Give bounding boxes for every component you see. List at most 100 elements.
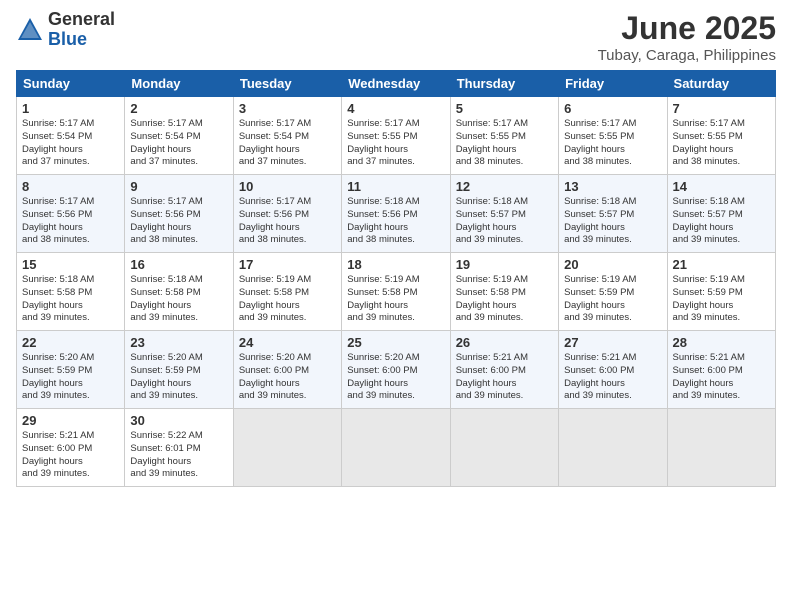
col-thursday: Thursday [450,71,558,97]
calendar-week-row: 15 Sunrise: 5:18 AMSunset: 5:58 PMDaylig… [17,253,776,331]
col-monday: Monday [125,71,233,97]
day-number: 10 [239,179,336,194]
day-number: 6 [564,101,661,116]
cell-text: Sunrise: 5:20 AMSunset: 6:00 PMDaylight … [347,352,419,401]
table-row: 10 Sunrise: 5:17 AMSunset: 5:56 PMDaylig… [233,175,341,253]
logo-area: General Blue [16,10,115,50]
day-number: 22 [22,335,119,350]
day-number: 27 [564,335,661,350]
month-title: June 2025 [598,10,776,47]
day-number: 17 [239,257,336,272]
day-number: 14 [673,179,770,194]
cell-text: Sunrise: 5:18 AMSunset: 5:56 PMDaylight … [347,196,419,245]
cell-text: Sunrise: 5:19 AMSunset: 5:59 PMDaylight … [564,274,636,323]
table-row: 7 Sunrise: 5:17 AMSunset: 5:55 PMDayligh… [667,97,775,175]
table-row: 14 Sunrise: 5:18 AMSunset: 5:57 PMDaylig… [667,175,775,253]
cell-text: Sunrise: 5:21 AMSunset: 6:00 PMDaylight … [22,430,94,479]
table-row: 24 Sunrise: 5:20 AMSunset: 6:00 PMDaylig… [233,331,341,409]
cell-text: Sunrise: 5:17 AMSunset: 5:56 PMDaylight … [22,196,94,245]
cell-text: Sunrise: 5:18 AMSunset: 5:57 PMDaylight … [673,196,745,245]
cell-text: Sunrise: 5:17 AMSunset: 5:56 PMDaylight … [130,196,202,245]
cell-text: Sunrise: 5:18 AMSunset: 5:58 PMDaylight … [22,274,94,323]
cell-text: Sunrise: 5:22 AMSunset: 6:01 PMDaylight … [130,430,202,479]
table-row: 1 Sunrise: 5:17 AMSunset: 5:54 PMDayligh… [17,97,125,175]
cell-text: Sunrise: 5:19 AMSunset: 5:58 PMDaylight … [456,274,528,323]
calendar-week-row: 1 Sunrise: 5:17 AMSunset: 5:54 PMDayligh… [17,97,776,175]
day-number: 7 [673,101,770,116]
calendar-week-row: 29 Sunrise: 5:21 AMSunset: 6:00 PMDaylig… [17,409,776,487]
table-row: 22 Sunrise: 5:20 AMSunset: 5:59 PMDaylig… [17,331,125,409]
table-row: 27 Sunrise: 5:21 AMSunset: 6:00 PMDaylig… [559,331,667,409]
logo-text: General Blue [48,10,115,50]
cell-text: Sunrise: 5:17 AMSunset: 5:55 PMDaylight … [347,118,419,167]
day-number: 1 [22,101,119,116]
day-number: 11 [347,179,444,194]
title-area: June 2025 Tubay, Caraga, Philippines [598,10,776,64]
col-wednesday: Wednesday [342,71,450,97]
calendar-week-row: 22 Sunrise: 5:20 AMSunset: 5:59 PMDaylig… [17,331,776,409]
table-row: 11 Sunrise: 5:18 AMSunset: 5:56 PMDaylig… [342,175,450,253]
calendar-header-row: Sunday Monday Tuesday Wednesday Thursday… [17,71,776,97]
table-row: 4 Sunrise: 5:17 AMSunset: 5:55 PMDayligh… [342,97,450,175]
header: General Blue June 2025 Tubay, Caraga, Ph… [16,10,776,64]
table-row: 26 Sunrise: 5:21 AMSunset: 6:00 PMDaylig… [450,331,558,409]
cell-text: Sunrise: 5:17 AMSunset: 5:55 PMDaylight … [564,118,636,167]
day-number: 19 [456,257,553,272]
table-row: 17 Sunrise: 5:19 AMSunset: 5:58 PMDaylig… [233,253,341,331]
day-number: 26 [456,335,553,350]
table-row: 3 Sunrise: 5:17 AMSunset: 5:54 PMDayligh… [233,97,341,175]
cell-text: Sunrise: 5:20 AMSunset: 5:59 PMDaylight … [130,352,202,401]
day-number: 21 [673,257,770,272]
cell-text: Sunrise: 5:18 AMSunset: 5:57 PMDaylight … [456,196,528,245]
table-row: 8 Sunrise: 5:17 AMSunset: 5:56 PMDayligh… [17,175,125,253]
col-friday: Friday [559,71,667,97]
day-number: 29 [22,413,119,428]
table-row: 13 Sunrise: 5:18 AMSunset: 5:57 PMDaylig… [559,175,667,253]
cell-text: Sunrise: 5:18 AMSunset: 5:57 PMDaylight … [564,196,636,245]
calendar-table: Sunday Monday Tuesday Wednesday Thursday… [16,70,776,487]
logo-icon [16,16,44,44]
table-row: 2 Sunrise: 5:17 AMSunset: 5:54 PMDayligh… [125,97,233,175]
table-row: 30 Sunrise: 5:22 AMSunset: 6:01 PMDaylig… [125,409,233,487]
day-number: 16 [130,257,227,272]
cell-text: Sunrise: 5:19 AMSunset: 5:58 PMDaylight … [239,274,311,323]
cell-text: Sunrise: 5:21 AMSunset: 6:00 PMDaylight … [456,352,528,401]
table-row: 23 Sunrise: 5:20 AMSunset: 5:59 PMDaylig… [125,331,233,409]
day-number: 20 [564,257,661,272]
day-number: 24 [239,335,336,350]
day-number: 30 [130,413,227,428]
table-row: 28 Sunrise: 5:21 AMSunset: 6:00 PMDaylig… [667,331,775,409]
cell-text: Sunrise: 5:17 AMSunset: 5:54 PMDaylight … [22,118,94,167]
cell-text: Sunrise: 5:17 AMSunset: 5:55 PMDaylight … [673,118,745,167]
table-row [559,409,667,487]
cell-text: Sunrise: 5:20 AMSunset: 6:00 PMDaylight … [239,352,311,401]
table-row: 21 Sunrise: 5:19 AMSunset: 5:59 PMDaylig… [667,253,775,331]
day-number: 12 [456,179,553,194]
cell-text: Sunrise: 5:21 AMSunset: 6:00 PMDaylight … [673,352,745,401]
table-row: 12 Sunrise: 5:18 AMSunset: 5:57 PMDaylig… [450,175,558,253]
table-row: 20 Sunrise: 5:19 AMSunset: 5:59 PMDaylig… [559,253,667,331]
col-tuesday: Tuesday [233,71,341,97]
cell-text: Sunrise: 5:18 AMSunset: 5:58 PMDaylight … [130,274,202,323]
cell-text: Sunrise: 5:19 AMSunset: 5:59 PMDaylight … [673,274,745,323]
day-number: 15 [22,257,119,272]
day-number: 8 [22,179,119,194]
day-number: 4 [347,101,444,116]
day-number: 5 [456,101,553,116]
day-number: 2 [130,101,227,116]
cell-text: Sunrise: 5:21 AMSunset: 6:00 PMDaylight … [564,352,636,401]
table-row [233,409,341,487]
table-row: 5 Sunrise: 5:17 AMSunset: 5:55 PMDayligh… [450,97,558,175]
day-number: 3 [239,101,336,116]
table-row [342,409,450,487]
location-title: Tubay, Caraga, Philippines [598,47,776,64]
logo-general: General [48,10,115,30]
cell-text: Sunrise: 5:19 AMSunset: 5:58 PMDaylight … [347,274,419,323]
table-row [667,409,775,487]
page: General Blue June 2025 Tubay, Caraga, Ph… [0,0,792,612]
day-number: 18 [347,257,444,272]
table-row [450,409,558,487]
cell-text: Sunrise: 5:17 AMSunset: 5:54 PMDaylight … [239,118,311,167]
day-number: 9 [130,179,227,194]
table-row: 9 Sunrise: 5:17 AMSunset: 5:56 PMDayligh… [125,175,233,253]
